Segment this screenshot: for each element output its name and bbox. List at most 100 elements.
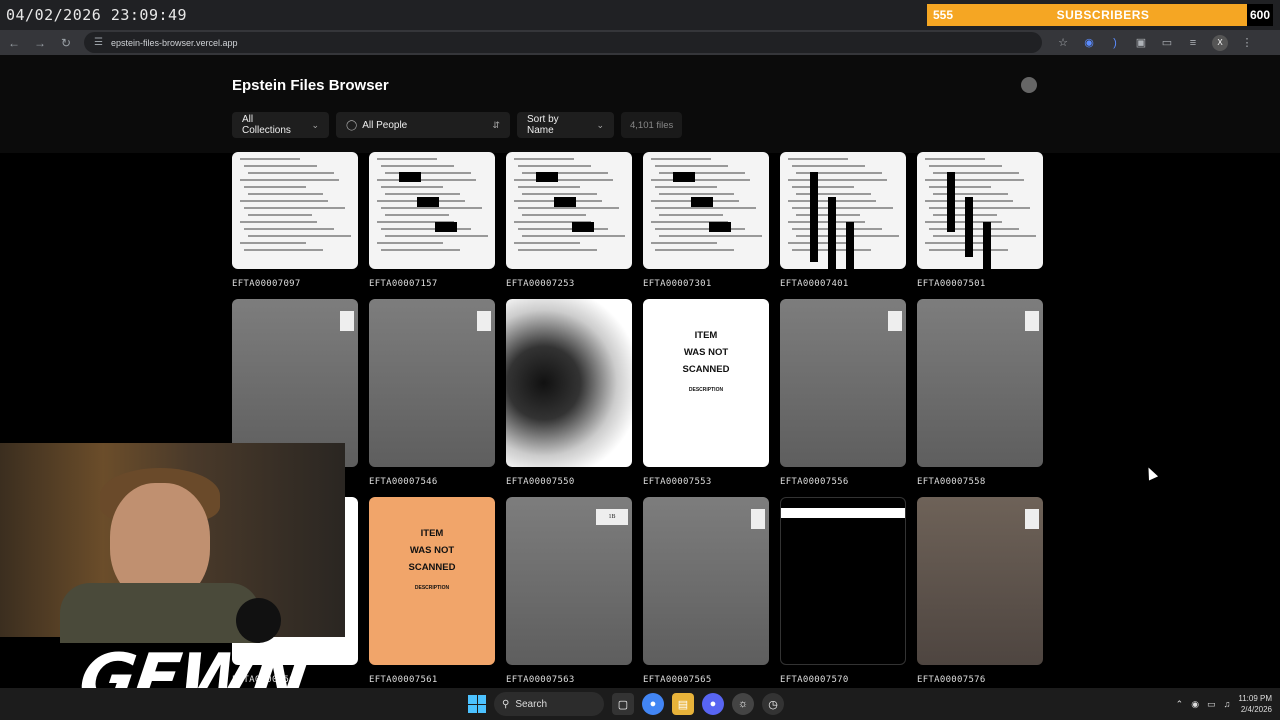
file-thumbnail[interactable] [369,299,495,467]
extension-icon[interactable]: ◉ [1079,33,1099,53]
file-id-label[interactable]: EFTA00007097 [232,279,358,289]
volume-icon[interactable]: ♫ [1224,699,1231,709]
redaction-block [947,172,955,232]
file-card[interactable]: EFTA00007301 [643,152,769,289]
file-card[interactable]: ITEM WAS NOT SCANNED DESCRIPTION EFTA0000755… [643,299,769,487]
cast-icon[interactable]: ▭ [1157,33,1177,53]
file-thumbnail[interactable]: 1B [506,497,632,665]
chevron-up-icon[interactable]: ⌃ [1176,699,1184,710]
menu-kebab-icon[interactable]: ⋮ [1237,33,1257,53]
address-bar[interactable]: ☰ epstein-files-browser.vercel.app [84,32,1042,53]
redaction-block [435,222,457,232]
windows-start-icon[interactable] [468,695,486,713]
chrome-icon[interactable]: ● [642,693,664,715]
forward-icon[interactable]: → [28,32,52,54]
file-id-label[interactable]: EFTA00007556 [780,477,906,487]
collections-select[interactable]: All Collections ⌄ [232,112,329,138]
back-icon[interactable]: ← [2,32,26,54]
file-thumbnail[interactable] [917,152,1043,269]
filter-bar: All Collections ⌄ ◯ All People ⇵ Sort by … [232,112,683,138]
file-card[interactable]: EFTA00007157 [369,152,495,289]
file-card[interactable]: EFTA00007546 [369,299,495,487]
file-id-label[interactable]: EFTA00007561 [369,675,495,685]
people-select-label: All People [362,119,408,131]
task-view-icon[interactable]: ▢ [612,693,634,715]
file-id-label[interactable]: EFTA00007501 [917,279,1043,289]
file-id-label[interactable]: EFTA00007157 [369,279,495,289]
text-line [522,214,586,216]
file-id-label[interactable]: EFTA00007563 [506,675,632,685]
reload-icon[interactable]: ↻ [54,32,78,54]
file-card[interactable]: EFTA00007501 [917,152,1043,289]
file-thumbnail[interactable] [506,152,632,269]
file-thumbnail[interactable] [232,152,358,269]
box-label-tag: 1B [596,509,628,525]
file-id-label[interactable]: EFTA00007550 [506,477,632,487]
file-id-label[interactable]: EFTA00007301 [643,279,769,289]
taskbar-apps: ⚲ Search ▢ ● ▤ ● ☼ ◷ [468,692,784,716]
file-thumbnail[interactable] [643,497,769,665]
text-line [385,172,471,174]
audio-extension-icon[interactable]: ) [1105,33,1125,53]
text-line [792,186,854,188]
file-explorer-icon[interactable]: ▤ [672,693,694,715]
reading-list-icon[interactable]: ≡ [1183,33,1203,53]
microphone-icon[interactable]: ◉ [1191,699,1199,710]
taskbar-clock[interactable]: 11:09 PM 2/4/2026 [1238,693,1272,715]
file-thumbnail[interactable] [506,299,632,467]
file-card[interactable]: EFTA00007576 [917,497,1043,685]
file-id-label[interactable]: EFTA00007565 [643,675,769,685]
file-card[interactable]: EFTA00007253 [506,152,632,289]
file-thumbnail[interactable]: ITEM WAS NOT SCANNED DESCRIPTION [369,497,495,665]
text-line [248,193,323,195]
taskbar-search[interactable]: ⚲ Search [494,692,604,716]
text-line [240,158,300,160]
text-line [248,235,351,237]
people-select[interactable]: ◯ All People ⇵ [336,112,510,138]
file-card[interactable]: EFTA00007570 [780,497,906,685]
file-card[interactable]: 1B EFTA00007563 [506,497,632,685]
file-id-label[interactable]: EFTA00007253 [506,279,632,289]
github-icon[interactable] [1021,77,1037,93]
extensions-puzzle-icon[interactable]: ▣ [1131,33,1151,53]
file-thumbnail[interactable]: ITEM WAS NOT SCANNED DESCRIPTION [643,299,769,467]
bookmark-star-icon[interactable]: ☆ [1053,33,1073,53]
file-thumbnail[interactable] [917,497,1043,665]
windows-taskbar: ⚲ Search ▢ ● ▤ ● ☼ ◷ ⌃ ◉ ▭ ♫ 11:09 PM 2/… [0,688,1280,720]
file-card[interactable]: EFTA00007565 [643,497,769,685]
discord-icon[interactable]: ● [702,693,724,715]
file-card[interactable]: EFTA00007401 [780,152,906,289]
chevron-down-icon: ⌄ [311,119,319,130]
file-thumbnail[interactable] [369,152,495,269]
text-line [925,179,1024,181]
site-info-icon[interactable]: ☰ [94,37,103,48]
file-card[interactable]: EFTA00007550 [506,299,632,487]
file-thumbnail[interactable] [643,152,769,269]
clock-app-icon[interactable]: ◷ [762,693,784,715]
file-id-label[interactable]: EFTA00007553 [643,477,769,487]
file-thumbnail[interactable] [232,299,358,467]
network-icon[interactable]: ▭ [1207,699,1216,710]
file-thumbnail[interactable] [917,299,1043,467]
file-card[interactable]: EFTA00007556 [780,299,906,487]
file-card[interactable]: ITEM WAS NOT SCANNED DESCRIPTION EFTA0000756… [369,497,495,685]
file-thumbnail[interactable] [780,497,906,665]
file-id-label[interactable]: EFTA00007546 [369,477,495,487]
file-id-label[interactable]: EFTA00007401 [780,279,906,289]
screen: 04/02/2026 23:09:49 555 SUBSCRIBERS 600 … [0,0,1280,720]
toolbar-icons: ☆ ◉ ) ▣ ▭ ≡ X ⋮ [1050,33,1260,53]
file-id-label[interactable]: EFTA00007576 [917,675,1043,685]
app-icon[interactable]: ☼ [732,693,754,715]
file-card[interactable]: EFTA00007097 [232,152,358,289]
file-thumbnail[interactable] [780,152,906,269]
text-line [929,165,1002,167]
file-id-label[interactable]: EFTA00007570 [780,675,906,685]
profile-avatar[interactable]: X [1212,34,1228,51]
search-icon: ⚲ [502,698,510,710]
file-id-label[interactable]: EFTA00007558 [917,477,1043,487]
text-line [929,186,991,188]
text-line [244,207,345,209]
file-card[interactable]: EFTA00007558 [917,299,1043,487]
sort-select[interactable]: Sort by Name ⌄ [517,112,614,138]
file-thumbnail[interactable] [780,299,906,467]
